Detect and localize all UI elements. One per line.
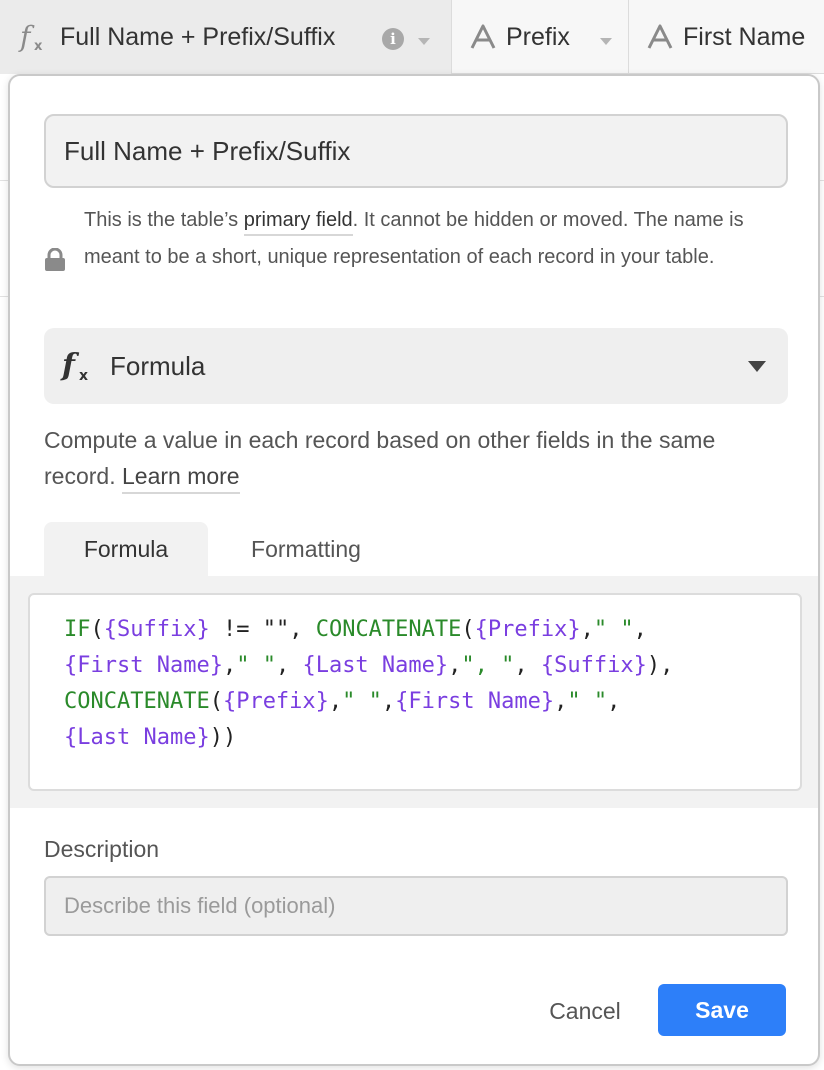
tab-formatting[interactable]: Formatting	[216, 522, 396, 576]
save-button[interactable]: Save	[658, 984, 786, 1036]
svg-text:x: x	[34, 39, 43, 54]
column-header-prefix[interactable]: Prefix	[452, 0, 629, 74]
column-header-label: Prefix	[506, 22, 570, 51]
primary-field-note: This is the table’s primary field. It ca…	[84, 209, 744, 268]
formula-icon: f x	[18, 20, 52, 54]
formula-token: ,	[275, 653, 303, 678]
formula-token: ))	[209, 725, 237, 750]
formula-token: ,	[633, 617, 647, 642]
svg-text:x: x	[79, 368, 88, 384]
formula-token: ,	[554, 689, 568, 714]
description-input[interactable]	[44, 876, 788, 936]
primary-field-link[interactable]: primary field	[243, 209, 353, 236]
formula-token: {Last Name}	[64, 725, 210, 750]
formula-token: (	[209, 689, 223, 714]
formula-token: " "	[593, 617, 634, 642]
formula-token: {Suffix}	[103, 617, 210, 642]
formula-line: IF({Suffix} != "", CONCATENATE({Prefix},…	[64, 612, 800, 648]
formula-token: ,	[448, 653, 462, 678]
formula-token: " "	[236, 653, 276, 678]
formula-token: ,	[289, 617, 316, 642]
formula-token: {First Name}	[395, 689, 555, 714]
formula-token: ),	[646, 653, 674, 678]
formula-token: ,	[328, 689, 343, 714]
formula-line: {First Name}," ", {Last Name},", ", {Suf…	[64, 648, 800, 684]
formula-token: " "	[342, 689, 382, 714]
formula-tabs: Formula Formatting	[10, 522, 818, 576]
formula-line: CONCATENATE({Prefix}," ",{First Name}," …	[64, 684, 800, 720]
description-label: Description	[44, 836, 160, 862]
formula-token: ,	[514, 653, 541, 678]
text-a-icon	[470, 24, 498, 50]
formula-token: (	[90, 617, 104, 642]
lock-icon	[44, 247, 66, 277]
field-name-input[interactable]: Full Name + Prefix/Suffix	[44, 114, 788, 188]
grid-header: f x Full Name + Prefix/Suffix i Prefix F…	[0, 0, 824, 74]
tab-formula[interactable]: Formula	[44, 522, 208, 576]
formula-token: ,	[607, 689, 621, 714]
svg-text:f: f	[60, 348, 80, 383]
formula-token: (	[461, 617, 475, 642]
formula-token: ", "	[461, 653, 515, 678]
column-header-label: First Name	[683, 22, 806, 51]
formula-token: ,	[222, 653, 237, 678]
cancel-button[interactable]: Cancel	[530, 986, 640, 1036]
formula-token: ,	[381, 689, 396, 714]
formula-token: IF	[64, 617, 91, 642]
field-type-select[interactable]: f x Formula	[44, 328, 788, 404]
chevron-down-icon[interactable]	[418, 38, 430, 45]
chevron-down-icon[interactable]	[600, 38, 612, 45]
formula-token: {Prefix}	[222, 689, 329, 714]
column-header-full-name[interactable]: f x Full Name + Prefix/Suffix i	[0, 0, 452, 74]
field-config-dialog: Full Name + Prefix/Suffix This is the ta…	[8, 74, 820, 1066]
field-type-description: Compute a value in each record based on …	[44, 422, 784, 494]
field-type-label: Formula	[110, 350, 206, 381]
column-header-first-name[interactable]: First Name	[629, 0, 824, 74]
column-header-label: Full Name + Prefix/Suffix	[60, 22, 336, 51]
formula-token: CONCATENATE	[315, 617, 462, 642]
formula-token: !=	[209, 617, 263, 642]
formula-token: {First Name}	[64, 653, 223, 678]
formula-token: {Prefix}	[474, 617, 581, 642]
learn-more-link[interactable]: Learn more	[121, 463, 240, 494]
formula-token: " "	[567, 689, 608, 714]
formula-token: ,	[580, 617, 594, 642]
info-icon[interactable]: i	[382, 28, 404, 50]
formula-editor-panel: IF({Suffix} != "", CONCATENATE({Prefix},…	[10, 576, 818, 808]
svg-text:f: f	[18, 20, 35, 53]
formula-icon: f x	[60, 348, 94, 384]
formula-editor[interactable]: IF({Suffix} != "", CONCATENATE({Prefix},…	[28, 593, 802, 791]
chevron-down-icon	[748, 361, 766, 372]
formula-token: {Suffix}	[540, 653, 647, 678]
formula-line: {Last Name}))	[64, 720, 800, 756]
text-a-icon	[647, 24, 675, 50]
formula-token: CONCATENATE	[64, 689, 210, 714]
formula-token: {Last Name}	[302, 653, 449, 678]
formula-token: ""	[262, 617, 290, 642]
